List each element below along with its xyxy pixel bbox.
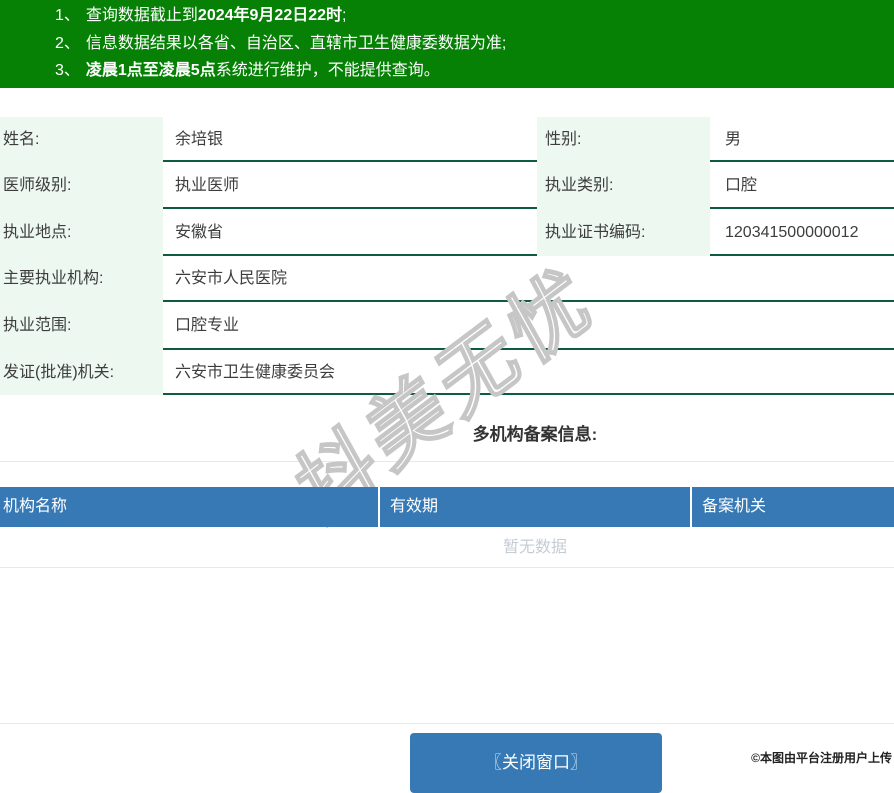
multi-institution-filing-title: 多机构备案信息: (0, 424, 894, 446)
field-label-main-institution: 主要执业机构: (0, 256, 163, 302)
table-row-level-category: 医师级别: 执业医师 执业类别: 口腔 (0, 162, 894, 209)
field-label-practice-category: 执业类别: (537, 162, 710, 209)
field-label-practice-place: 执业地点: (0, 209, 163, 256)
field-value-issuing-authority: 六安市卫生健康委员会 (163, 350, 894, 395)
field-value-main-institution: 六安市人民医院 (163, 256, 894, 302)
field-label-gender: 性别: (537, 117, 710, 162)
field-value-gender: 男 (710, 117, 894, 162)
table-row-issuing-authority: 发证(批准)机关: 六安市卫生健康委员会 (0, 350, 894, 395)
notice-line-3: 3、凌晨1点至凌晨5点系统进行维护，不能提供查询。 (55, 57, 894, 85)
uploader-stamp: ©本图由平台注册用户上传 (751, 749, 892, 766)
filing-table-header: 机构名称 有效期 备案机关 (0, 487, 894, 527)
field-value-name: 余培银 (163, 117, 537, 162)
field-value-practice-scope: 口腔专业 (163, 302, 894, 350)
notice-line-1: 1、查询数据截止到2024年9月22日22时; (55, 2, 894, 30)
table-row-practice-scope: 执业范围: 口腔专业 (0, 302, 894, 350)
no-data-message: 暂无数据 (0, 531, 894, 565)
field-value-practice-place: 安徽省 (163, 209, 537, 256)
divider-above-close-button (0, 723, 894, 724)
divider-above-filing-table (0, 461, 894, 462)
field-value-practice-category: 口腔 (710, 162, 894, 209)
doctor-info-table: 姓名: 余培银 性别: 男 医师级别: 执业医师 执业类别: 口腔 执业地点: … (0, 117, 894, 395)
field-label-issuing-authority: 发证(批准)机关: (0, 350, 163, 395)
field-label-doctor-level: 医师级别: (0, 162, 163, 209)
column-header-institution-name: 机构名称 (0, 487, 378, 527)
divider-below-empty-row (0, 567, 894, 568)
field-label-practice-scope: 执业范围: (0, 302, 163, 350)
notice-line-2: 2、信息数据结果以各省、自治区、直辖市卫生健康委数据为准; (55, 30, 894, 58)
notice-banner: 1、查询数据截止到2024年9月22日22时; 2、信息数据结果以各省、自治区、… (0, 0, 894, 88)
close-window-button[interactable]: 〖关闭窗口〗 (410, 733, 662, 793)
field-label-name: 姓名: (0, 117, 163, 162)
table-row-name-gender: 姓名: 余培银 性别: 男 (0, 117, 894, 162)
field-label-cert-number: 执业证书编码: (537, 209, 710, 256)
table-row-place-certno: 执业地点: 安徽省 执业证书编码: 120341500000012 (0, 209, 894, 256)
field-value-doctor-level: 执业医师 (163, 162, 537, 209)
table-row-main-institution: 主要执业机构: 六安市人民医院 (0, 256, 894, 302)
column-header-filing-authority: 备案机关 (690, 487, 894, 527)
field-value-cert-number: 120341500000012 (710, 209, 894, 256)
column-header-validity-period: 有效期 (378, 487, 690, 527)
